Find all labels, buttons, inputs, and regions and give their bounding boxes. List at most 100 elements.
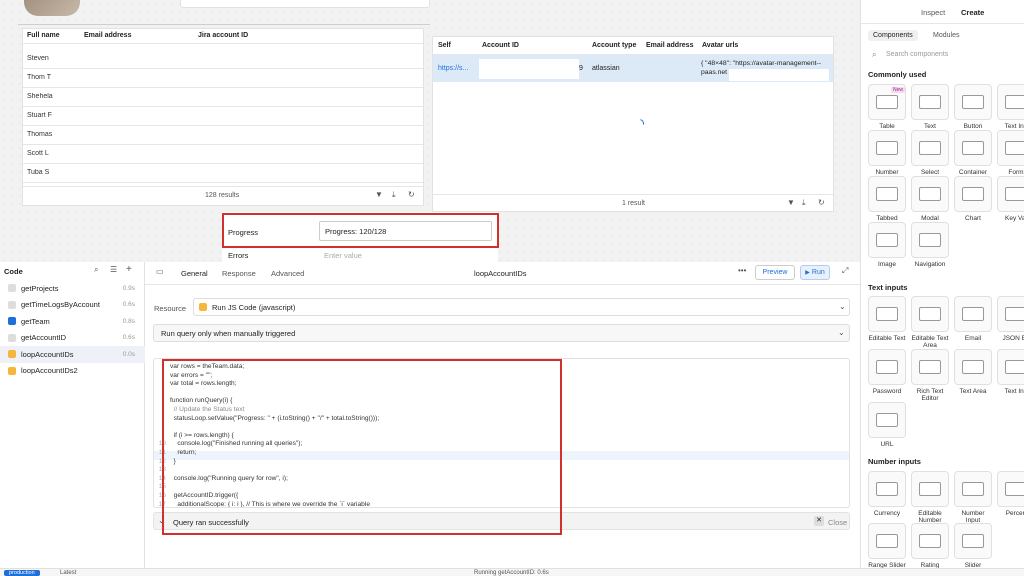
query-item[interactable]: getAccountID 0.6s [0,330,145,347]
sidebar-toggle-icon[interactable]: ▭ [156,268,164,276]
component-navigation[interactable]: Navigation [911,222,949,268]
run-button[interactable]: ▶ Run [800,265,830,280]
more-icon[interactable]: ••• [738,267,746,275]
preview-button[interactable]: Preview [755,265,795,280]
component-text-inp[interactable]: Text Inp [997,84,1024,130]
column-email-address[interactable]: Email address [646,42,693,49]
component-button[interactable]: Button [954,84,992,130]
errors-field[interactable]: Enter value [324,251,362,260]
component-thumbnail-icon [911,176,949,212]
component-password[interactable]: Password [868,349,906,395]
component-editable-text-area[interactable]: Editable Text Area [911,296,949,349]
trigger-select[interactable]: Run query only when manually triggered ⌄ [153,324,850,342]
component-modal[interactable]: Modal [911,176,949,222]
env-badge[interactable]: production [4,570,40,576]
close-icon[interactable]: ✕ [814,516,824,526]
component-editable-number[interactable]: Editable Number [911,471,949,524]
filter-icon[interactable]: ▼ [787,199,795,207]
resource-select[interactable]: Run JS Code (javascript) ⌄ [193,298,850,316]
table-row[interactable]: Shehela [23,88,423,107]
component-text[interactable]: Text [911,84,949,130]
column-account-type[interactable]: Account type [592,42,636,49]
column-email[interactable]: Email address [84,32,131,39]
query-item[interactable]: getTimeLogsByAccount 0.6s [0,297,145,314]
component-range-slider[interactable]: Range Slider [868,523,906,569]
new-badge: New [891,87,906,93]
results-count: 128 results [205,192,240,199]
component-thumbnail-icon [997,349,1024,385]
close-button[interactable]: Close [828,518,847,527]
filter-icon[interactable]: ▼ [375,191,383,199]
column-full-name[interactable]: Full name [27,32,60,39]
tab-create[interactable]: Create [961,8,984,17]
add-icon[interactable]: + [126,265,132,275]
refresh-icon[interactable]: ↻ [818,199,825,207]
component-label: Navigation [914,261,946,268]
component-percen[interactable]: Percen [997,471,1024,517]
progress-field[interactable]: Progress: 120/128 [319,221,492,241]
running-status: Running getAccountID: 0.6s [474,570,549,576]
component-email[interactable]: Email [954,296,992,342]
table-row[interactable]: Steven [23,50,423,69]
table-row[interactable]: https://s... 9 atlassian { "48×48": "htt… [433,54,833,82]
component-label: Image [877,261,897,268]
query-item[interactable]: getProjects 0.9s [0,280,145,297]
component-chart[interactable]: Chart [954,176,992,222]
table-row[interactable]: Scott L [23,145,423,164]
subtab-modules[interactable]: Modules [933,32,959,39]
expand-icon[interactable]: ⤢ [842,267,848,275]
component-url[interactable]: URL [868,402,906,448]
component-rich-text-editor[interactable]: Rich Text Editor [911,349,949,402]
filter-icon[interactable]: ☰ [110,266,117,274]
component-currency[interactable]: Currency [868,471,906,517]
tab-general[interactable]: General [181,269,208,278]
tab-response[interactable]: Response [222,269,256,278]
column-jira-id[interactable]: Jira account ID [198,32,248,39]
column-account-id[interactable]: Account ID [482,42,519,49]
component-json-ed[interactable]: JSON Ed [997,296,1024,342]
component-key-val[interactable]: Key Val [997,176,1024,222]
component-number-input[interactable]: Number Input [954,471,992,524]
refresh-icon[interactable]: ↻ [408,191,415,199]
component-thumbnail-icon [997,130,1024,166]
component-text-area[interactable]: Text Area [954,349,992,395]
query-item[interactable]: loopAccountIDs 0.0s [0,346,145,363]
tab-advanced[interactable]: Advanced [271,269,304,278]
search-icon[interactable]: ⌕ [94,266,98,274]
query-item[interactable]: loopAccountIDs2 [0,363,145,380]
component-search[interactable]: ⌕ Search components [868,48,1018,62]
component-rating[interactable]: Rating [911,523,949,569]
search-input[interactable]: Search components [886,51,948,58]
table-row[interactable]: Stuart F [23,107,423,126]
query-name: getTeam [21,316,50,326]
component-slider[interactable]: Slider [954,523,992,569]
redacted-cells [53,128,331,142]
download-icon[interactable]: ⤓ [802,199,806,207]
component-label: Modal [921,215,939,222]
cell-full-name: Thom T [27,74,51,81]
component-editable-text[interactable]: Editable Text [868,296,906,342]
component-select[interactable]: Select [911,130,949,176]
component-container[interactable]: Container [954,130,992,176]
subtab-components[interactable]: Components [868,30,918,41]
latest-label[interactable]: Latest [60,570,76,576]
query-item[interactable]: getTeam 0.8s [0,313,145,330]
component-image[interactable]: Image [868,222,906,268]
cell-account-type: atlassian [592,65,620,72]
cell-full-name: Stuart F [27,112,52,119]
column-avatar-urls[interactable]: Avatar urls [702,42,738,49]
component-thumbnail-icon [911,471,949,507]
download-icon[interactable]: ⤓ [392,191,396,199]
cell-self[interactable]: https://s... [438,65,468,72]
cell-full-name: Steven [27,55,49,62]
tab-inspect[interactable]: Inspect [921,8,945,17]
table-row[interactable]: Thomas [23,126,423,145]
component-form[interactable]: Form [997,130,1024,176]
component-text-inp[interactable]: Text Inp [997,349,1024,395]
component-thumbnail-icon [868,523,906,559]
table-row[interactable]: Tuba S [23,164,423,183]
column-self[interactable]: Self [438,42,451,49]
js-icon [8,350,16,359]
component-thumbnail-icon [868,296,906,332]
table-row[interactable]: Thom T [23,69,423,88]
